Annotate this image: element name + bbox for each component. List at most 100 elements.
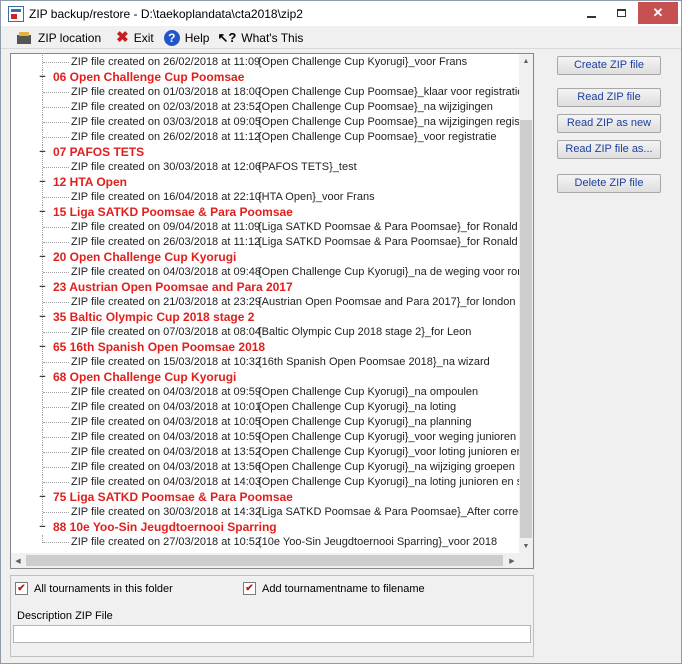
all-tournaments-checkbox[interactable]: ✔ All tournaments in this folder [15, 582, 173, 595]
zip-file-created: ZIP file created on 21/03/2018 at 23:29 [71, 296, 261, 308]
collapse-icon[interactable]: − [38, 282, 47, 293]
zip-file-created: ZIP file created on 03/03/2018 at 09:05 [71, 116, 261, 128]
tree-leaf[interactable]: ZIP file created on 26/02/2018 at 11:09{… [11, 55, 519, 70]
tree-group[interactable]: −15 Liga SATKD Poomsae & Para Poomsae [11, 205, 519, 227]
horizontal-scrollbar[interactable]: ◀ ▶ [11, 553, 519, 568]
tree-group-label: 88 10e Yoo-Sin Jeugdtoernooi Sparring [53, 520, 277, 534]
collapse-icon[interactable]: − [38, 372, 47, 383]
zip-file-created: ZIP file created on 07/03/2018 at 08:04 [71, 326, 261, 338]
collapse-icon[interactable]: − [38, 147, 47, 158]
tree-group[interactable]: −75 Liga SATKD Poomsae & Para Poomsae [11, 490, 519, 512]
zip-location-button[interactable]: ZIP location [14, 28, 104, 48]
zip-file-created: ZIP file created on 04/03/2018 at 10:01 [71, 401, 261, 413]
tree-line [43, 362, 69, 363]
tree-leaf[interactable]: ZIP file created on 04/03/2018 at 10:05{… [11, 415, 519, 430]
tree-leaf[interactable]: ZIP file created on 04/03/2018 at 10:01{… [11, 400, 519, 415]
scroll-left-icon[interactable]: ◀ [11, 553, 25, 568]
vertical-scrollbar[interactable]: ▲ ▼ [519, 54, 533, 553]
exit-button[interactable]: ✖ Exit [113, 28, 157, 48]
tree-group[interactable]: −35 Baltic Olympic Cup 2018 stage 2 [11, 310, 519, 332]
description-input[interactable] [13, 625, 531, 643]
zip-file-created: ZIP file created on 30/03/2018 at 12:06 [71, 161, 261, 173]
tree-leaf[interactable]: ZIP file created on 04/03/2018 at 09:59{… [11, 385, 519, 400]
read-zip-button[interactable]: Read ZIP file [557, 88, 661, 107]
zip-file-description: {Austrian Open Poomsae and Para 2017}_fo… [258, 296, 516, 308]
zip-file-created: ZIP file created on 16/04/2018 at 22:10 [71, 191, 261, 203]
tree-leaf[interactable]: ZIP file created on 03/03/2018 at 09:05{… [11, 115, 519, 130]
scroll-up-icon[interactable]: ▲ [519, 54, 533, 68]
collapse-icon[interactable]: − [38, 342, 47, 353]
collapse-icon[interactable]: − [38, 207, 47, 218]
tree-group[interactable]: −68 Open Challenge Cup Kyorugi [11, 370, 519, 392]
tree-leaf[interactable]: ZIP file created on 27/03/2018 at 10:52{… [11, 535, 519, 550]
zip-file-description: {Open Challenge Cup Kyorugi}_na de wegin… [258, 266, 519, 278]
tree-leaf[interactable]: ZIP file created on 09/04/2018 at 11:09{… [11, 220, 519, 235]
tree-line [43, 197, 69, 198]
tree-group[interactable]: −12 HTA Open [11, 175, 519, 197]
tree-line [43, 122, 69, 123]
tree-line [43, 542, 69, 543]
collapse-icon[interactable]: − [38, 252, 47, 263]
tree-leaf[interactable]: ZIP file created on 26/02/2018 at 11:12{… [11, 130, 519, 145]
tree-group[interactable]: −65 16th Spanish Open Poomsae 2018 [11, 340, 519, 362]
tree-leaf[interactable]: ZIP file created on 07/03/2018 at 08:04{… [11, 325, 519, 340]
collapse-icon[interactable]: − [38, 312, 47, 323]
tree-leaf[interactable]: ZIP file created on 26/03/2018 at 11:12{… [11, 235, 519, 250]
zip-folder-icon [17, 31, 33, 45]
description-label: Description ZIP File [17, 610, 113, 622]
tree-group[interactable]: −88 10e Yoo-Sin Jeugdtoernooi Sparring [11, 520, 519, 535]
scroll-down-icon[interactable]: ▼ [519, 539, 533, 553]
help-button[interactable]: ? Help [161, 28, 213, 48]
zip-file-description: {16th Spanish Open Poomsae 2018}_na wiza… [258, 356, 490, 368]
tree-group[interactable]: −07 PAFOS TETS [11, 145, 519, 167]
tree-group[interactable]: −23 Austrian Open Poomsae and Para 2017 [11, 280, 519, 302]
scroll-right-icon[interactable]: ▶ [505, 553, 519, 568]
help-icon: ? [163, 29, 180, 46]
collapse-icon[interactable]: − [38, 492, 47, 503]
tree-leaf[interactable]: ZIP file created on 04/03/2018 at 09:48{… [11, 265, 519, 280]
exit-icon: ✖ [116, 28, 129, 46]
maximize-button[interactable] [607, 2, 636, 24]
tree-leaf[interactable]: ZIP file created on 04/03/2018 at 13:52{… [11, 445, 519, 460]
read-zip-as-new-button[interactable]: Read ZIP as new [557, 114, 661, 133]
check-icon: ✔ [243, 582, 256, 595]
tree-leaf[interactable]: ZIP file created on 04/03/2018 at 13:56{… [11, 460, 519, 475]
tree-line [43, 332, 69, 333]
horizontal-scroll-thumb[interactable] [26, 555, 503, 566]
collapse-icon[interactable]: − [38, 522, 47, 533]
zip-file-created: ZIP file created on 27/03/2018 at 10:52 [71, 536, 261, 548]
tree-line [43, 452, 69, 453]
tree-line [43, 392, 69, 393]
tree-leaf[interactable]: ZIP file created on 15/03/2018 at 10:32{… [11, 355, 519, 370]
tree-leaf[interactable]: ZIP file created on 04/03/2018 at 10:59{… [11, 430, 519, 445]
read-zip-file-as-button[interactable]: Read ZIP file as... [557, 140, 661, 159]
tree-line [43, 272, 69, 273]
tree-group-label: 65 16th Spanish Open Poomsae 2018 [53, 340, 266, 354]
tree-leaf[interactable]: ZIP file created on 02/03/2018 at 23:52{… [11, 100, 519, 115]
delete-zip-button[interactable]: Delete ZIP file [557, 174, 661, 193]
zip-file-description: {Open Challenge Cup Kyorugi}_na wijzigin… [258, 461, 515, 473]
collapse-icon[interactable]: − [38, 177, 47, 188]
tree-leaf[interactable]: ZIP file created on 30/03/2018 at 12:06{… [11, 160, 519, 175]
tree-leaf[interactable]: ZIP file created on 16/04/2018 at 22:10{… [11, 190, 519, 205]
tree-group-label: 75 Liga SATKD Poomsae & Para Poomsae [53, 490, 293, 504]
tree-group[interactable]: −06 Open Challenge Cup Poomsae [11, 70, 519, 92]
zip-tree-view[interactable]: ZIP file created on 26/02/2018 at 11:09{… [10, 53, 534, 569]
minimize-button[interactable] [577, 2, 606, 24]
close-button[interactable]: ✕ [638, 2, 678, 24]
vertical-scroll-thumb[interactable] [520, 120, 532, 538]
tree-group-label: 35 Baltic Olympic Cup 2018 stage 2 [53, 310, 255, 324]
tree-leaf[interactable]: ZIP file created on 30/03/2018 at 14:32{… [11, 505, 519, 520]
whats-this-button[interactable]: ↖? What's This [214, 28, 306, 48]
tree-group-label: 20 Open Challenge Cup Kyorugi [53, 250, 237, 264]
tree-leaf[interactable]: ZIP file created on 01/03/2018 at 18:00{… [11, 85, 519, 100]
tree-leaf[interactable]: ZIP file created on 04/03/2018 at 14:03{… [11, 475, 519, 490]
collapse-icon[interactable]: − [38, 72, 47, 83]
tree-line [43, 92, 69, 93]
create-zip-button[interactable]: Create ZIP file [557, 56, 661, 75]
tree-leaf[interactable]: ZIP file created on 21/03/2018 at 23:29{… [11, 295, 519, 310]
tree-group[interactable]: −20 Open Challenge Cup Kyorugi [11, 250, 519, 272]
zip-file-created: ZIP file created on 15/03/2018 at 10:32 [71, 356, 261, 368]
add-tournamentname-checkbox[interactable]: ✔ Add tournamentname to filename [243, 582, 425, 595]
tree-line [43, 62, 69, 63]
